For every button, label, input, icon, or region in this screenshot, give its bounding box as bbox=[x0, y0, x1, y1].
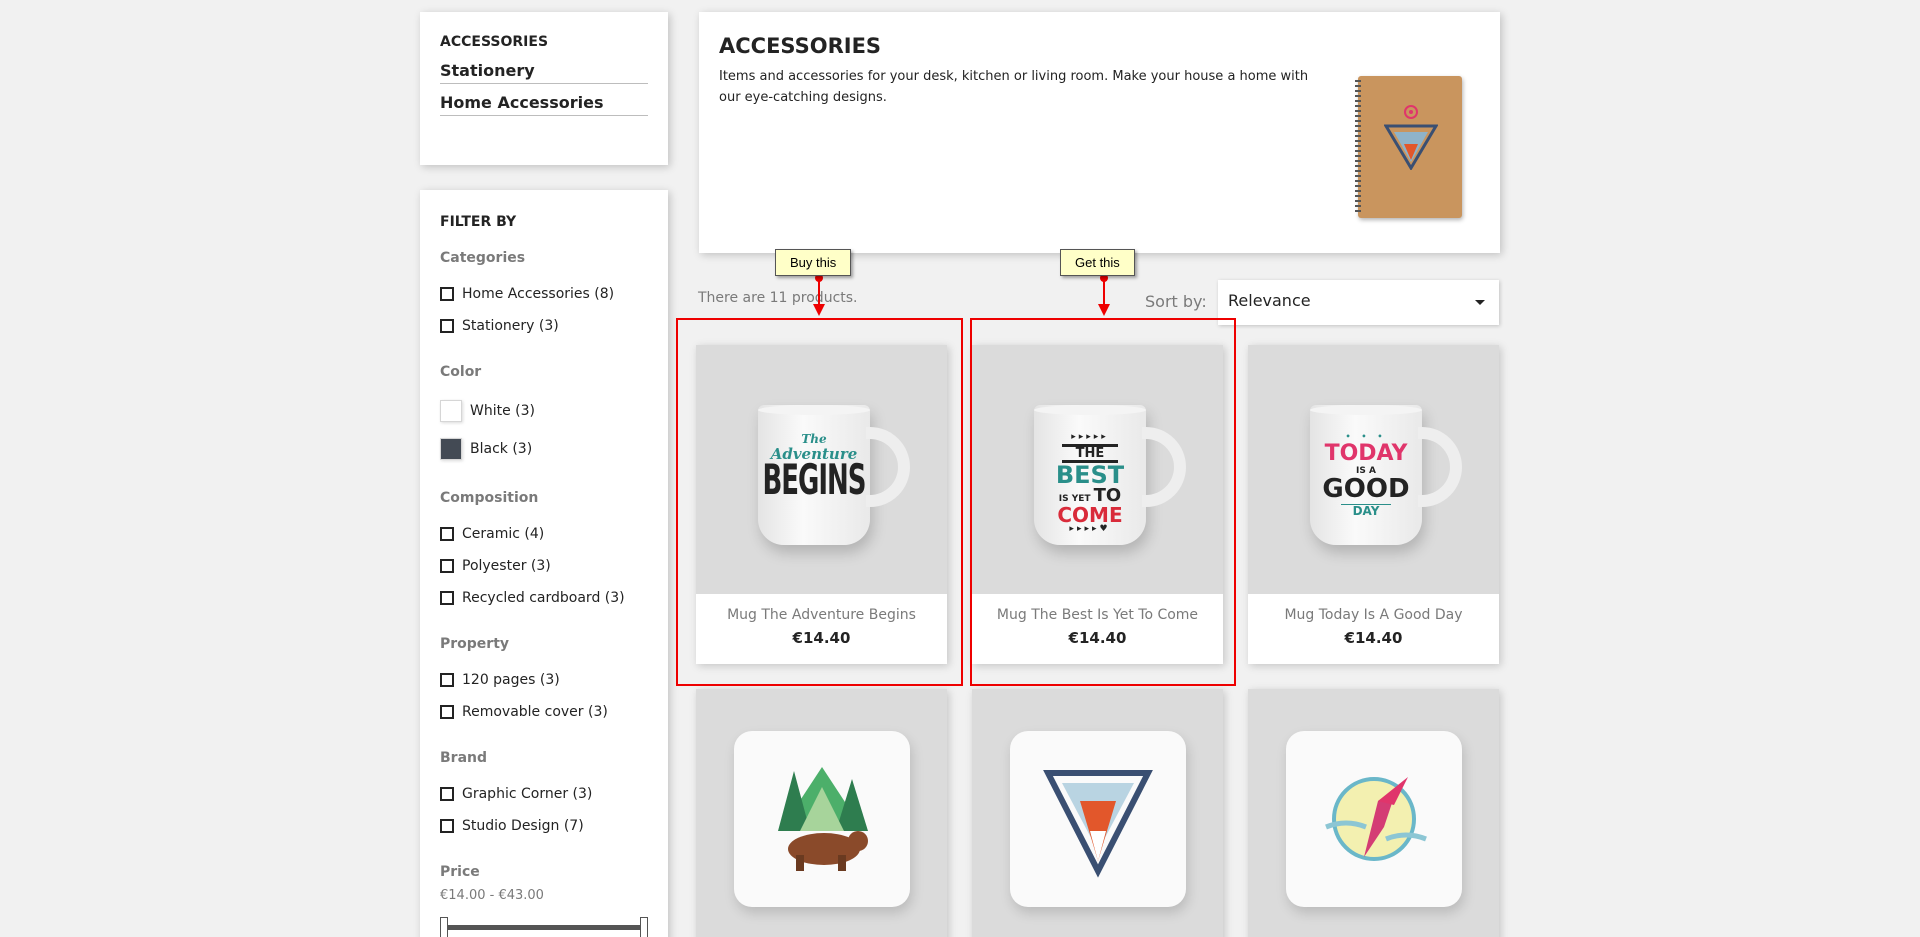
filter-option[interactable]: Removable cover (3) bbox=[440, 696, 648, 728]
price-slider-track[interactable] bbox=[444, 925, 644, 930]
category-header: ACCESSORIES Items and accessories for yo… bbox=[699, 12, 1500, 253]
checkbox[interactable] bbox=[440, 559, 454, 573]
annotation-tooltip-buy: Buy this bbox=[775, 249, 852, 276]
highlight-box bbox=[970, 318, 1236, 686]
filter-option-label: Studio Design (7) bbox=[462, 818, 584, 834]
price-slider-min-handle[interactable] bbox=[440, 917, 448, 937]
sort-selected-value: Relevance bbox=[1228, 291, 1311, 310]
filter-option-label: Recycled cardboard (3) bbox=[462, 590, 625, 606]
pillow-image bbox=[1286, 731, 1462, 907]
filter-option-label: Stationery (3) bbox=[462, 318, 559, 334]
checkbox[interactable] bbox=[440, 673, 454, 687]
product-info: Mug Today Is A Good Day €14.40 bbox=[1248, 594, 1499, 664]
facet-color: Color White (3) Black (3) bbox=[440, 364, 648, 468]
filter-option-label: Graphic Corner (3) bbox=[462, 786, 593, 802]
color-swatch-black[interactable] bbox=[440, 438, 462, 460]
product-name[interactable]: Mug Today Is A Good Day bbox=[1248, 607, 1499, 623]
product-image[interactable] bbox=[696, 689, 947, 937]
filter-option[interactable]: Graphic Corner (3) bbox=[440, 778, 648, 810]
filter-option-label: Ceramic (4) bbox=[462, 526, 545, 542]
filter-option[interactable]: Ceramic (4) bbox=[440, 518, 648, 550]
arrow-down-icon bbox=[813, 304, 825, 316]
mug-image: • • • TODAY IS A GOOD DAY bbox=[1310, 405, 1462, 545]
price-slider[interactable] bbox=[440, 915, 648, 937]
notebook-spiral bbox=[1355, 80, 1361, 214]
product-card[interactable] bbox=[696, 689, 947, 937]
checkbox[interactable] bbox=[440, 527, 454, 541]
facet-categories: Categories Home Accessories (8) Statione… bbox=[440, 250, 648, 342]
filter-option[interactable]: Recycled cardboard (3) bbox=[440, 582, 648, 614]
product-card[interactable] bbox=[972, 689, 1223, 937]
page-title: ACCESSORIES bbox=[719, 34, 882, 58]
filter-option-label: Polyester (3) bbox=[462, 558, 551, 574]
product-card[interactable] bbox=[1248, 689, 1499, 937]
product-image[interactable] bbox=[1248, 689, 1499, 937]
filter-option[interactable]: Studio Design (7) bbox=[440, 810, 648, 842]
arrow-down-icon bbox=[1098, 304, 1110, 316]
sort-label: Sort by: bbox=[1145, 292, 1207, 311]
category-description: Items and accessories for your desk, kit… bbox=[719, 69, 1309, 105]
filter-option-label: 120 pages (3) bbox=[462, 672, 560, 688]
mug-artwork: • • • TODAY IS A GOOD DAY bbox=[1322, 432, 1410, 518]
category-link-home-accessories[interactable]: Home Accessories bbox=[440, 90, 648, 116]
fox-triangle-illustration bbox=[1384, 105, 1438, 170]
facet-title: Color bbox=[440, 364, 482, 380]
facet-title: Categories bbox=[440, 250, 526, 266]
filter-option[interactable]: 120 pages (3) bbox=[440, 664, 648, 696]
pillow-image bbox=[734, 731, 910, 907]
filter-option-label: Home Accessories (8) bbox=[462, 286, 615, 302]
sort-dropdown[interactable]: Relevance bbox=[1218, 280, 1499, 325]
annotation-tooltip-get: Get this bbox=[1060, 249, 1135, 276]
facet-brand: Brand Graphic Corner (3) Studio Design (… bbox=[440, 750, 648, 842]
facet-property: Property 120 pages (3) Removable cover (… bbox=[440, 636, 648, 728]
filters-title: FILTER BY bbox=[440, 214, 517, 230]
hummingbird-illustration bbox=[1325, 777, 1427, 861]
products-count: There are 11 products. bbox=[698, 290, 858, 306]
checkbox[interactable] bbox=[440, 319, 454, 333]
bear-illustration bbox=[778, 767, 868, 871]
annotation-pointer-line bbox=[818, 278, 820, 306]
filter-option[interactable]: Black (3) bbox=[440, 430, 648, 468]
filter-option-label: White (3) bbox=[470, 403, 535, 419]
filter-option-label: Black (3) bbox=[470, 441, 533, 457]
facet-composition: Composition Ceramic (4) Polyester (3) Re… bbox=[440, 490, 648, 614]
category-tree-title[interactable]: ACCESSORIES bbox=[440, 34, 648, 50]
filter-option[interactable]: Stationery (3) bbox=[440, 310, 648, 342]
caret-down-icon bbox=[1475, 300, 1485, 305]
category-link-stationery[interactable]: Stationery bbox=[440, 58, 648, 84]
color-swatch-white[interactable] bbox=[440, 400, 462, 422]
pillow-image bbox=[1010, 731, 1186, 907]
checkbox[interactable] bbox=[440, 591, 454, 605]
facet-title: Property bbox=[440, 636, 510, 652]
checkbox[interactable] bbox=[440, 819, 454, 833]
product-price: €14.40 bbox=[1344, 629, 1403, 647]
filter-option-label: Removable cover (3) bbox=[462, 704, 608, 720]
filter-option[interactable]: Polyester (3) bbox=[440, 550, 648, 582]
filter-option[interactable]: White (3) bbox=[440, 392, 648, 430]
facet-title: Price bbox=[440, 864, 480, 880]
category-tree-block: ACCESSORIES Stationery Home Accessories bbox=[420, 12, 668, 165]
product-image[interactable]: • • • TODAY IS A GOOD DAY bbox=[1248, 345, 1499, 594]
product-card[interactable]: • • • TODAY IS A GOOD DAY Mug Today Is A… bbox=[1248, 345, 1499, 664]
checkbox[interactable] bbox=[440, 705, 454, 719]
fox-illustration bbox=[1043, 770, 1153, 878]
facet-price: Price €14.00 - €43.00 bbox=[440, 864, 648, 937]
product-image[interactable] bbox=[972, 689, 1223, 937]
category-cover-image bbox=[1355, 76, 1462, 218]
annotation-pointer-line bbox=[1103, 278, 1105, 306]
facet-title: Composition bbox=[440, 490, 539, 506]
price-slider-max-handle[interactable] bbox=[640, 917, 648, 937]
facet-title: Brand bbox=[440, 750, 488, 766]
checkbox[interactable] bbox=[440, 287, 454, 301]
filters-panel: FILTER BY Categories Home Accessories (8… bbox=[420, 190, 668, 937]
checkbox[interactable] bbox=[440, 787, 454, 801]
highlight-box bbox=[676, 318, 963, 686]
filter-option[interactable]: Home Accessories (8) bbox=[440, 278, 648, 310]
price-range-label: €14.00 - €43.00 bbox=[440, 888, 544, 903]
